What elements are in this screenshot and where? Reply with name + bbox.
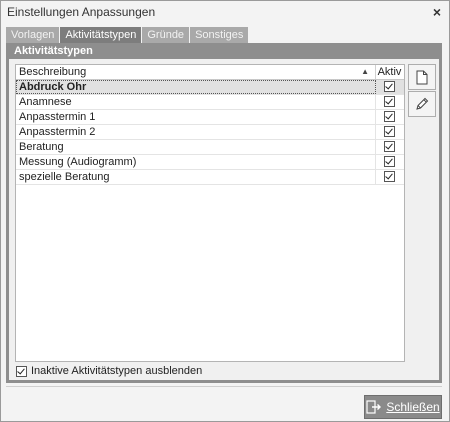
- new-document-icon: [416, 70, 428, 84]
- tab-aktivitaetstypen[interactable]: Aktivitätstypen: [60, 27, 142, 43]
- active-checkbox[interactable]: [384, 110, 395, 122]
- active-checkbox[interactable]: [384, 125, 395, 137]
- panel-body: Beschreibung ▲ Aktiv Abdruck Ohr Anamnes…: [9, 59, 439, 380]
- title-bar: Einstellungen Anpassungen ×: [1, 1, 449, 23]
- divider: [6, 386, 442, 387]
- close-button[interactable]: Schließen: [364, 395, 442, 419]
- tab-bar: Vorlagen Aktivitätstypen Gründe Sonstige…: [6, 27, 249, 43]
- activity-types-panel: Aktivitätstypen Beschreibung ▲ Aktiv Abd…: [6, 43, 442, 383]
- table-row[interactable]: Anpasstermin 1: [16, 110, 404, 125]
- column-header-active[interactable]: Aktiv: [376, 65, 403, 79]
- row-description: spezielle Beratung: [16, 170, 376, 184]
- hide-inactive-option[interactable]: Inaktive Aktivitätstypen ausblenden: [16, 365, 202, 377]
- tab-gruende[interactable]: Gründe: [142, 27, 190, 43]
- row-active-cell: [376, 95, 403, 109]
- pencil-icon: [416, 97, 429, 110]
- exit-icon: [366, 400, 382, 414]
- table-row[interactable]: Messung (Audiogramm): [16, 155, 404, 170]
- table-row[interactable]: Beratung: [16, 140, 404, 155]
- row-description: Anpasstermin 1: [16, 110, 376, 124]
- sort-ascending-icon: ▲: [361, 67, 369, 76]
- row-active-cell: [376, 80, 403, 94]
- row-active-cell: [376, 140, 403, 154]
- row-active-cell: [376, 125, 403, 139]
- hide-inactive-checkbox[interactable]: [16, 365, 27, 377]
- tab-sonstiges[interactable]: Sonstiges: [190, 27, 249, 43]
- table-row[interactable]: spezielle Beratung: [16, 170, 404, 185]
- row-active-cell: [376, 110, 403, 124]
- row-active-cell: [376, 170, 403, 184]
- row-description: Anamnese: [16, 95, 376, 109]
- window-title: Einstellungen Anpassungen: [7, 5, 156, 19]
- active-checkbox[interactable]: [384, 95, 395, 107]
- active-checkbox[interactable]: [384, 170, 395, 182]
- table-row[interactable]: Abdruck Ohr: [16, 80, 404, 95]
- column-header-description[interactable]: Beschreibung ▲: [16, 65, 376, 79]
- row-active-cell: [376, 155, 403, 169]
- active-checkbox[interactable]: [384, 80, 395, 92]
- hide-inactive-label: Inaktive Aktivitätstypen ausblenden: [31, 365, 203, 377]
- row-description: Messung (Audiogramm): [16, 155, 376, 169]
- table-header: Beschreibung ▲ Aktiv: [16, 65, 404, 80]
- close-button-label: Schließen: [386, 400, 440, 414]
- activity-types-table[interactable]: Beschreibung ▲ Aktiv Abdruck Ohr Anamnes…: [15, 64, 405, 362]
- row-description: Abdruck Ohr: [16, 80, 376, 94]
- close-icon[interactable]: ×: [433, 4, 441, 20]
- settings-dialog: Einstellungen Anpassungen × Vorlagen Akt…: [0, 0, 450, 422]
- table-row[interactable]: Anamnese: [16, 95, 404, 110]
- active-checkbox[interactable]: [384, 155, 395, 167]
- row-description: Beratung: [16, 140, 376, 154]
- row-description: Anpasstermin 2: [16, 125, 376, 139]
- panel-title: Aktivitätstypen: [14, 45, 93, 57]
- active-checkbox[interactable]: [384, 140, 395, 152]
- column-header-description-label: Beschreibung: [19, 66, 87, 78]
- table-row[interactable]: Anpasstermin 2: [16, 125, 404, 140]
- edit-button[interactable]: [408, 91, 436, 117]
- tab-vorlagen[interactable]: Vorlagen: [6, 27, 60, 43]
- new-button[interactable]: [408, 64, 436, 90]
